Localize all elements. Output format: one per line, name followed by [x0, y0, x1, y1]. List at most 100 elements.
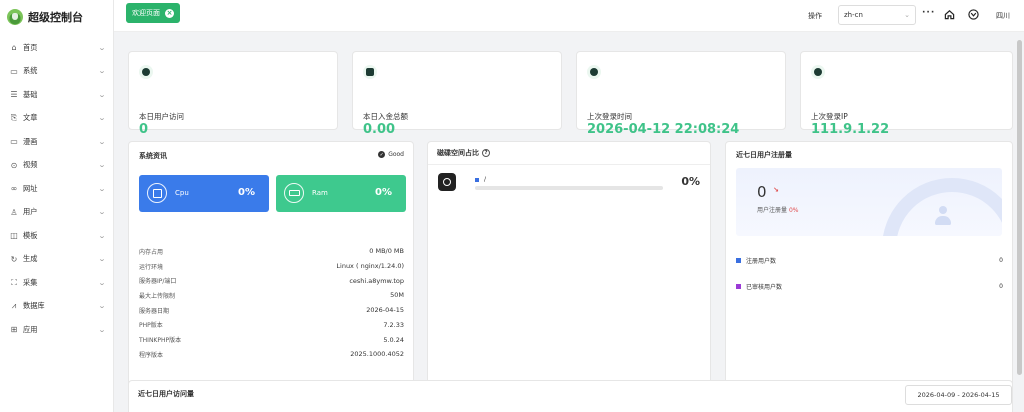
stat-card-visits: 本日用户访问 0 — [128, 51, 338, 137]
info-row: 运行环境 Linux ( nginx/1.24.0) — [139, 259, 404, 274]
more-icon[interactable]: ··· — [922, 8, 935, 18]
legend-square — [736, 257, 741, 263]
disk-percent: 0% — [681, 175, 700, 188]
info-key: 服务器IP/端口 — [139, 278, 177, 286]
check-icon: ✓ — [378, 151, 386, 158]
info-key: 运行环境 — [139, 263, 164, 271]
top-bar: 欢迎页面 × 操作 zh-cn ⌄ ··· 四川 — [114, 0, 1024, 32]
chevron-down-icon: ⌄ — [97, 161, 107, 170]
sidebar-item-app[interactable]: ⊞ 应用 ⌄ — [0, 318, 113, 342]
row-value: 0 — [999, 256, 1003, 264]
status-text: Good — [388, 151, 404, 158]
close-icon[interactable]: × — [165, 8, 174, 18]
sidebar-item-basic[interactable]: ☰ 基础 ⌄ — [0, 83, 113, 107]
stat-label: 本日入金总额 — [363, 112, 408, 121]
help-icon[interactable]: ? — [482, 149, 490, 157]
sidebar-item-video[interactable]: ⊙ 视频 ⌄ — [0, 154, 113, 178]
sidebar-item-system[interactable]: ▭ 系统 ⌄ — [0, 60, 113, 84]
info-value: 5.0.24 — [383, 335, 404, 344]
stat-card-last-login-ip: 上次登录IP 111.9.1.22 — [800, 51, 1013, 137]
sidebar-item-label: 数据库 — [23, 301, 45, 311]
chevron-down-icon: ⌄ — [97, 67, 107, 76]
wallet-icon — [363, 65, 377, 79]
sidebar-item-label: 文章 — [23, 113, 38, 123]
registrations-row: 已审核用户数 0 — [736, 281, 1003, 291]
stat-label: 上次登录IP — [811, 112, 848, 121]
sidebar-item-label: 模板 — [23, 230, 38, 240]
logo[interactable]: 超级控制台 — [0, 0, 113, 34]
visits-card: 近七日用户访问量 2026-04-09 - 2026-04-15 — [128, 380, 1013, 412]
info-row: PHP版本 7.2.33 — [139, 318, 404, 333]
cpu-icon — [147, 183, 167, 203]
meter-value: 0% — [238, 187, 255, 198]
chevron-down-icon: ⌄ — [97, 43, 107, 52]
sidebar-item-url[interactable]: ∞ 网址 ⌄ — [0, 177, 113, 201]
template-icon: ◫ — [10, 231, 18, 241]
info-row: THINKPHP版本 5.0.24 — [139, 332, 404, 347]
card-title: 近七日用户注册量 — [736, 151, 792, 159]
person-icon — [933, 206, 953, 232]
sidebar-item-label: 网址 — [23, 183, 38, 193]
registrations-label: 用户注册量 0% — [757, 205, 798, 214]
sidebar-item-label: 生成 — [23, 254, 38, 264]
legend-square — [736, 283, 741, 289]
chevron-down-icon: ⌄ — [97, 302, 107, 311]
stat-card-last-login-time: 上次登录时间 2026-04-12 22:08:24 — [576, 51, 786, 137]
sidebar-item-comic[interactable]: ▭ 漫画 ⌄ — [0, 130, 113, 154]
ram-meter: Ram 0% — [276, 175, 406, 212]
info-key: PHP版本 — [139, 322, 163, 330]
info-value: 7.2.33 — [383, 320, 404, 329]
main-content: 本日用户访问 0 本日入金总额 0.00 上次登录时间 2026-04-12 2… — [114, 32, 1017, 412]
chevron-down-icon: ⌄ — [97, 278, 107, 287]
registrations-summary: 0 ↘ 用户注册量 0% — [736, 168, 1002, 236]
info-value: 0 MB/0 MB — [369, 247, 404, 256]
sidebar-item-collect[interactable]: ⛶ 采集 ⌄ — [0, 271, 113, 295]
stat-label: 上次登录时间 — [587, 112, 632, 121]
card-title: 系统资讯 — [139, 152, 167, 160]
tab-welcome[interactable]: 欢迎页面 × — [126, 3, 180, 23]
sidebar-item-template[interactable]: ◫ 模板 ⌄ — [0, 224, 113, 248]
language-value: zh-cn — [844, 11, 863, 19]
registrations-count: 0 — [757, 183, 767, 201]
sidebar-item-article[interactable]: ⎘ 文章 ⌄ — [0, 107, 113, 131]
video-icon: ⊙ — [10, 160, 18, 170]
disk-icon — [438, 173, 456, 191]
language-select[interactable]: zh-cn ⌄ — [838, 5, 916, 25]
row-label: 已审核用户数 — [746, 283, 783, 291]
sidebar-item-generate[interactable]: ↻ 生成 ⌄ — [0, 248, 113, 272]
info-value: ceshi.a8ymw.top — [349, 276, 404, 285]
disk-mount-label: / — [484, 176, 487, 183]
sidebar-item-label: 采集 — [23, 277, 38, 287]
card-title: 近七日用户访问量 — [138, 390, 194, 398]
home-icon: ⌂ — [11, 43, 17, 53]
disk-usage-card: 磁碟空间占比 ? / 0% — [427, 141, 711, 400]
user-circle-icon[interactable] — [968, 9, 979, 20]
comic-icon: ▭ — [10, 137, 18, 147]
user-icon: ♙ — [10, 207, 18, 217]
home-icon[interactable] — [944, 9, 955, 20]
app-icon: ⊞ — [10, 325, 18, 335]
sidebar-item-user[interactable]: ♙ 用户 ⌄ — [0, 201, 113, 225]
sidebar-menu: ⌂ 首页 ⌄ ▭ 系统 ⌄ ☰ 基础 ⌄ ⎘ 文章 ⌄ ▭ 漫画 ⌄ ⊙ 视频 … — [0, 34, 113, 342]
info-row: 程序版本 2025.1000.4052 — [139, 347, 404, 362]
stat-label: 本日用户访问 — [139, 112, 184, 121]
chevron-down-icon: ⌄ — [97, 255, 107, 264]
sidebar-item-database[interactable]: ⩘ 数据库 ⌄ — [0, 295, 113, 319]
card-title: 磁碟空间占比 ? — [437, 148, 490, 158]
sidebar-item-home[interactable]: ⌂ 首页 ⌄ — [0, 36, 113, 60]
meter-label: Ram — [312, 189, 328, 197]
collect-icon: ⛶ — [11, 277, 17, 287]
scrollbar[interactable] — [1017, 40, 1022, 375]
sidebar-item-label: 应用 — [23, 324, 38, 334]
date-range-picker[interactable]: 2026-04-09 - 2026-04-15 — [905, 385, 1012, 405]
info-value: 2026-04-15 — [366, 306, 404, 315]
info-value: Linux ( nginx/1.24.0) — [336, 262, 404, 271]
operation-label[interactable]: 操作 — [808, 11, 822, 21]
logo-icon — [7, 9, 23, 25]
stat-value: 0 — [139, 122, 149, 137]
region-label[interactable]: 四川 — [996, 11, 1010, 21]
stat-value: 0.00 — [363, 122, 396, 137]
info-row: 服务器IP/端口 ceshi.a8ymw.top — [139, 273, 404, 288]
stat-card-deposit: 本日入金总额 0.00 — [352, 51, 562, 137]
database-icon: ⩘ — [11, 301, 17, 311]
